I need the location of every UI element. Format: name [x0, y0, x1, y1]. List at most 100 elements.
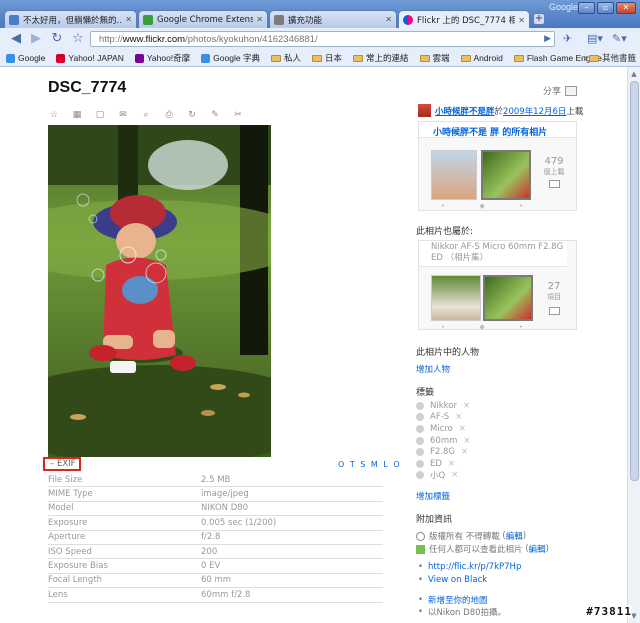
photostream-title[interactable]: 小時候胖不是 胖 的所有相片 [419, 122, 576, 138]
remove-tag-icon[interactable]: × [463, 436, 470, 446]
tag-bullet-icon [416, 448, 424, 457]
edit-visibility-link[interactable]: 編輯 [529, 543, 546, 555]
edit-icon[interactable]: ✎ [209, 110, 221, 120]
bookmark-folder-japan[interactable]: 日本 [311, 52, 342, 64]
favorite-icon[interactable]: ☆ [48, 110, 60, 120]
copyright-icon [416, 531, 425, 541]
main-photo[interactable] [48, 125, 271, 457]
tab-1[interactable]: 不太好用，但躺懶於無的... ✕ [4, 10, 137, 28]
bookmark-folder-cloud[interactable]: 雲端 [419, 52, 450, 64]
slideshow-icon[interactable] [549, 180, 560, 188]
people-label: 此相片中的人物 [416, 348, 480, 358]
bookmark-folder-android[interactable]: Android [460, 53, 503, 63]
close-window-button[interactable]: ✕ [616, 2, 636, 14]
bookmark-google[interactable]: Google [6, 53, 45, 63]
view-on-black-link[interactable]: View on Black [418, 575, 487, 585]
remove-tag-icon[interactable]: × [459, 424, 466, 434]
remove-tag-icon[interactable]: × [448, 459, 455, 469]
bookmark-folder-frequent[interactable]: 常上的連結 [352, 52, 409, 64]
exif-toggle[interactable]: – EXIF [43, 457, 81, 471]
close-tab-icon[interactable]: ✕ [125, 15, 132, 24]
edit-license-link[interactable]: 編輯 [506, 530, 523, 542]
photostream-thumb-prev[interactable] [431, 150, 477, 200]
upload-date-link[interactable]: 2009年12月6日 [503, 107, 566, 117]
license-row: 版權所有 不得轉載 (編輯) [416, 530, 526, 542]
close-tab-icon[interactable]: ✕ [518, 16, 525, 25]
bookmark-folder-private[interactable]: 私人 [270, 52, 301, 64]
close-tab-icon[interactable]: ✕ [385, 15, 392, 24]
bookmark-yahoo-japan[interactable]: Yahoo! JAPAN [56, 53, 124, 63]
public-icon [416, 544, 425, 554]
reload-icon[interactable]: ↻ [49, 32, 65, 46]
maximize-button[interactable]: ▫ [597, 2, 614, 14]
bookmark-star-icon[interactable]: ☆ [70, 32, 86, 46]
extension-icon[interactable]: ✈ [563, 32, 572, 45]
table-row: Model NIKON D80 [48, 502, 383, 517]
belongs-label: 此相片也屬於: [416, 227, 474, 237]
tab-title: 擴充功能 [288, 15, 323, 26]
slideshow-icon[interactable] [549, 307, 560, 315]
forward-arrow-icon[interactable]: ▶ [28, 32, 44, 46]
owner-name-link[interactable]: 小時候胖不是胖 [435, 105, 495, 117]
list-item: Micro × [416, 423, 471, 435]
new-tab-button[interactable]: + [533, 13, 545, 25]
share-icon [565, 85, 578, 96]
tag-bullet-icon [416, 424, 424, 433]
google-icon [6, 53, 15, 63]
browser-toolbar: ◀ ▶ ↻ ☆ http://www.flickr.com/photos/kyo… [0, 28, 640, 50]
remove-tag-icon[interactable]: × [463, 401, 470, 411]
tab-3[interactable]: 擴充功能 ✕ [269, 10, 397, 28]
bookmark-google-dictionary[interactable]: Google 字典 [201, 52, 260, 64]
url-text: http://www.flickr.com/photos/kyokuhon/41… [99, 33, 318, 45]
wrench-menu-icon[interactable]: ✎▾ [612, 32, 627, 45]
close-tab-icon[interactable]: ✕ [256, 15, 263, 24]
add-people-link[interactable]: 增加人物 [416, 363, 450, 375]
table-row: Exposure Bias 0 EV [48, 559, 383, 574]
gallery-icon[interactable]: ▦ [71, 110, 83, 120]
set-thumb-current[interactable] [483, 275, 533, 321]
photostream-thumb-current[interactable] [481, 150, 531, 200]
add-to-set-icon[interactable]: ▢ [94, 110, 106, 120]
pager-dots: • ◆ • [441, 202, 540, 210]
delete-icon[interactable]: ✂ [232, 110, 244, 120]
back-arrow-icon[interactable]: ◀ [8, 32, 24, 46]
set-card[interactable]: Nikkor AF-S Micro 60mm F2.8G ED （相片集） 27… [418, 240, 577, 331]
list-item: 60mm × [416, 435, 471, 447]
address-bar[interactable]: http://www.flickr.com/photos/kyokuhon/41… [90, 31, 555, 47]
vertical-scrollbar[interactable]: ▲ ▼ [627, 67, 640, 623]
google-icon [201, 53, 211, 63]
remove-tag-icon[interactable]: × [455, 412, 462, 422]
zoom-icon[interactable]: ⌕ [140, 110, 152, 120]
folder-icon [311, 54, 322, 62]
scroll-up-arrow-icon[interactable]: ▲ [629, 69, 639, 79]
remove-tag-icon[interactable]: × [451, 470, 458, 480]
add-tags-link[interactable]: 增加標籤 [416, 490, 450, 502]
photostream-count: 479 個上載 [543, 156, 565, 177]
tab-title: Flickr 上的 DSC_7774 相... [417, 16, 516, 26]
tab-4-active[interactable]: Flickr 上的 DSC_7774 相... ✕ [398, 10, 530, 29]
other-bookmarks[interactable]: 其他書籤 [588, 52, 636, 64]
owner-line: 小時候胖不是胖 於2009年12月6日上載 [418, 104, 583, 117]
set-thumb-prev[interactable] [431, 275, 481, 321]
short-url-link[interactable]: http://flic.kr/p/7kP7Hp [418, 562, 521, 572]
rotate-icon[interactable]: ↻ [186, 110, 198, 120]
bookmarks-overflow-chevron-icon[interactable]: » [584, 53, 588, 62]
tags-label: 標籤 [416, 388, 435, 398]
remove-tag-icon[interactable]: × [461, 447, 468, 457]
add-to-map-link[interactable]: 新增至你的地圖 [418, 594, 488, 606]
go-arrow-icon[interactable]: ▶ [544, 33, 551, 44]
share-button[interactable]: 分享 [543, 84, 578, 97]
bookmark-yahoo-kimo[interactable]: Yahoo!奇摩 [134, 52, 190, 64]
page-menu-icon[interactable]: ▤▾ [587, 32, 603, 45]
print-icon[interactable]: ⎙ [163, 110, 175, 120]
minimize-button[interactable]: – [578, 2, 595, 14]
tag-bullet-icon [416, 471, 424, 480]
photostream-card[interactable]: 小時候胖不是 胖 的所有相片 479 個上載 • ◆ • [418, 121, 577, 211]
blog-icon[interactable]: ✉ [117, 110, 129, 120]
photo-sizes-links[interactable]: O T S M L O [338, 460, 401, 469]
tab-2[interactable]: Google Chrome Extensions:... ✕ [138, 10, 268, 28]
scrollbar-thumb[interactable] [630, 81, 639, 481]
set-title[interactable]: Nikkor AF-S Micro 60mm F2.8G ED （相片集） [419, 241, 567, 267]
child-with-bubbles-photo [48, 125, 271, 457]
avatar[interactable] [418, 104, 431, 117]
